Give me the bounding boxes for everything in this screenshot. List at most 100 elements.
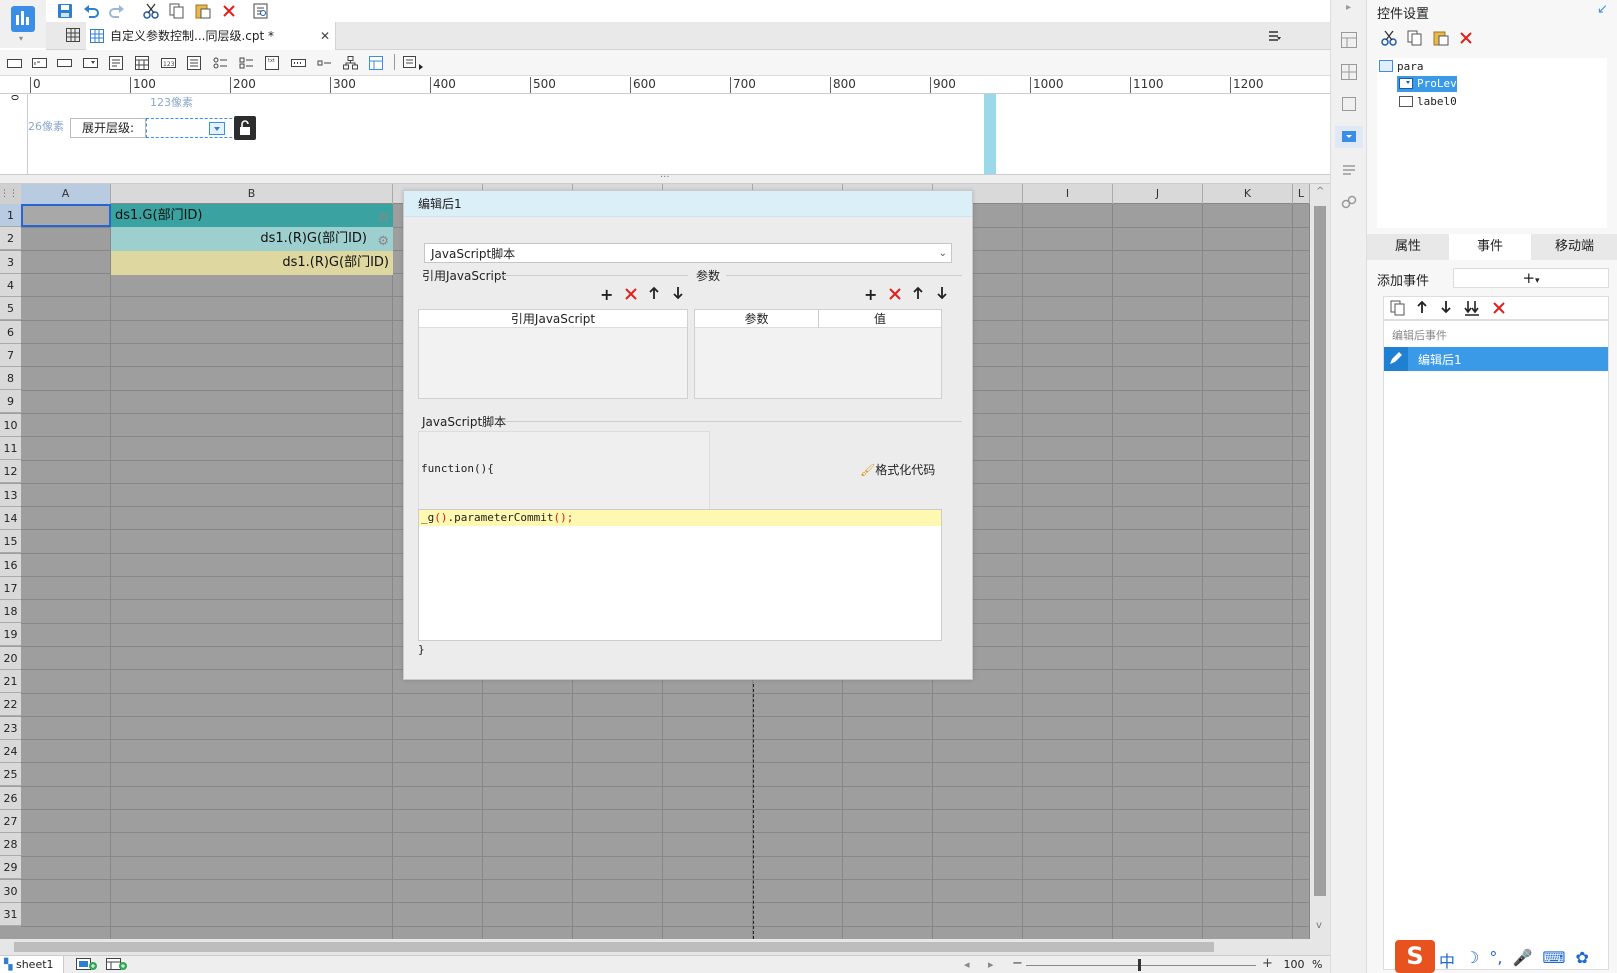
row-header-cell[interactable]: 28 [0,833,21,857]
cut-icon[interactable] [1381,30,1397,46]
add-param-icon[interactable]: + [864,285,877,304]
format-code-button[interactable]: 🖌格式化代码 [860,461,935,478]
code-editor[interactable]: _g().parameterCommit(); [418,509,942,641]
copy-icon[interactable] [1407,30,1423,46]
cell-attr-icon[interactable] [1341,32,1357,48]
row-header-cell[interactable]: 17 [0,576,21,600]
row-header-cell[interactable]: 4 [0,273,21,297]
tree-node-prolev[interactable]: ProLev [1397,76,1457,92]
collapse-icon[interactable]: ▸ [1346,2,1351,13]
move-down-icon[interactable] [672,286,684,300]
row-header-cell[interactable]: 9 [0,390,21,414]
row-header-cell[interactable]: 8 [0,367,21,391]
ime-moon-icon[interactable]: ☽ [1465,948,1479,970]
textarea-widget-icon[interactable]: txt [264,55,282,71]
row-header-cell[interactable]: 26 [0,786,21,810]
param-table[interactable]: 参数 值 [694,309,942,399]
delete-icon[interactable] [220,2,238,20]
textbox-widget-icon[interactable] [56,55,74,71]
row-header-cell[interactable]: 11 [0,437,21,460]
row-header-cell[interactable]: 22 [0,693,21,717]
sheet-tab[interactable]: ▚ sheet1 [0,956,64,973]
delete-event-icon[interactable] [1492,301,1506,315]
column-header-cell[interactable]: J [1113,184,1203,204]
copy-icon[interactable] [168,2,186,20]
row-header-cell[interactable]: 1 [0,204,21,227]
zoom-slider[interactable] [1026,965,1256,966]
tab-list-icon[interactable] [1268,30,1282,42]
more-widgets-icon[interactable] [402,55,426,71]
row-header-cell[interactable]: 27 [0,809,21,833]
radio-widget-icon[interactable] [212,55,230,71]
row-header-cell[interactable]: 19 [0,623,21,647]
row-header-cell[interactable]: 16 [0,553,21,577]
prev-sheet-icon[interactable]: ◂ [964,958,970,971]
selected-cell-a1[interactable] [21,204,111,227]
row-header-cell[interactable]: 2 [0,227,21,251]
row-header-cell[interactable]: 12 [0,460,21,484]
paste-icon[interactable] [1433,30,1449,46]
prolev-combo[interactable] [146,118,242,138]
row-header-cell[interactable]: 25 [0,763,21,787]
column-header-cell[interactable]: I [1023,184,1113,204]
paste-icon[interactable] [194,2,212,20]
grid-icon[interactable] [66,28,80,42]
row-header-cell[interactable]: 13 [0,483,21,507]
event-up-icon[interactable] [1416,300,1428,314]
select-all-icon[interactable]: ⋮⋮⋮ [0,184,27,204]
app-logo[interactable]: ▾ [0,0,46,48]
cell-b1[interactable]: ds1.G(部门ID) ⚙ [111,204,393,227]
copy-event-icon[interactable] [1390,300,1406,316]
row-header-cell[interactable]: 15 [0,530,21,554]
table-tree-widget-icon[interactable] [368,55,386,71]
next-sheet-icon[interactable]: ▸ [988,958,994,971]
row-header-cell[interactable]: 29 [0,856,21,880]
add-poly-sheet-icon[interactable] [106,958,128,971]
script-type-select[interactable]: JavaScript脚本 ⌄ [424,243,952,263]
row-header-cell[interactable]: 30 [0,879,21,903]
close-icon[interactable]: ✕ [320,22,330,50]
row-header-cell[interactable]: 20 [0,646,21,670]
save-icon[interactable] [56,2,74,20]
event-item[interactable]: 编辑后1 [1384,347,1608,371]
password-widget-icon[interactable] [290,55,308,71]
add-ref-icon[interactable]: + [600,285,613,304]
tab-mobile[interactable]: 移动端 [1531,234,1617,260]
row-header-cell[interactable]: 18 [0,600,21,624]
zoom-handle[interactable] [1138,959,1141,971]
checkbox-widget-icon[interactable] [238,55,256,71]
row-header-cell[interactable]: 24 [0,739,21,763]
zoom-in-icon[interactable]: + [1262,956,1273,971]
ime-keyboard-icon[interactable]: ⌨ [1542,948,1565,970]
remove-param-icon[interactable] [888,287,902,301]
cut-icon[interactable] [142,2,160,20]
row-header-cell[interactable]: 14 [0,506,21,530]
undo-icon[interactable] [82,2,100,20]
hscroll-thumb[interactable] [14,942,1214,952]
list-widget-icon[interactable] [186,55,204,71]
remove-ref-icon[interactable] [624,287,638,301]
preview-icon[interactable] [252,2,270,20]
param-down-icon[interactable] [936,286,948,300]
pin-icon[interactable]: ↙ [1597,2,1608,17]
event-bottom-icon[interactable] [1464,300,1480,316]
ref-js-table[interactable]: 引用JavaScript [418,309,688,399]
zoom-out-icon[interactable]: − [1012,956,1023,971]
row-header-cell[interactable]: 3 [0,250,21,274]
date-widget-icon[interactable] [134,55,152,71]
float-element-icon[interactable] [1341,96,1357,112]
horizontal-scrollbar[interactable] [0,939,1330,955]
row-header-cell[interactable]: 5 [0,297,21,321]
ime-chinese[interactable]: 中 [1439,948,1455,971]
redo-icon[interactable] [108,2,126,20]
form-widget-icon[interactable] [108,55,126,71]
text-widget-icon[interactable] [31,55,49,71]
hyperlink-icon[interactable] [1341,194,1357,210]
label-widget-icon[interactable] [6,55,24,71]
tab-events[interactable]: 事件 [1449,234,1531,260]
column-header-cell[interactable]: A [21,184,111,204]
tab-properties[interactable]: 属性 [1367,234,1449,260]
cell-b2[interactable]: ds1.(R)G(部门ID) ⚙ [111,227,393,251]
param-boundary[interactable] [984,94,996,174]
lock-icon[interactable] [234,116,256,140]
